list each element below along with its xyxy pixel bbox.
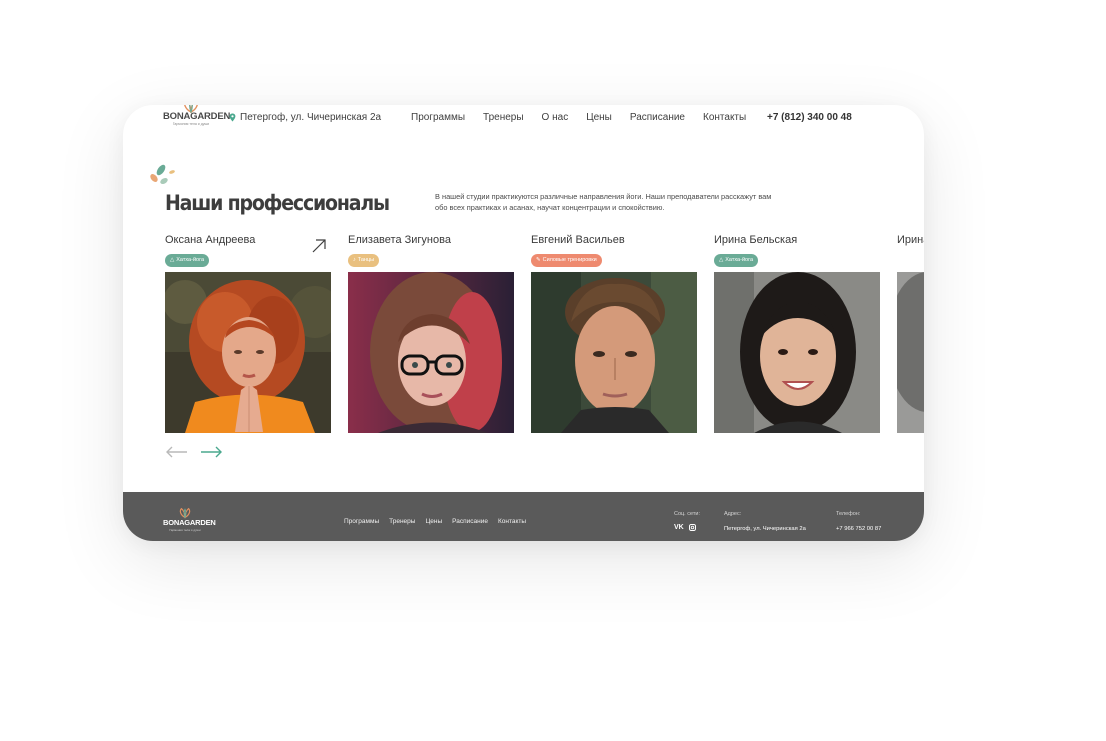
header-address: Петергоф, ул. Чичеринская 2а — [229, 112, 381, 123]
site-footer: BONAGARDEN Гармония тела и души Программ… — [123, 492, 924, 541]
trainer-name: Оксана Андреева — [165, 234, 256, 246]
trainer-card[interactable]: Ирина Бельская △ Хатха-йога — [714, 234, 880, 433]
trainer-badge-label: Хатха-йога — [725, 257, 754, 263]
footer-nav-schedule[interactable]: Расписание — [452, 518, 488, 525]
footer-address-value: Петергоф, ул. Чичеринская 2а — [724, 526, 806, 532]
trainer-badge-label: Хатха-йога — [176, 257, 205, 263]
nav-item-programs[interactable]: Программы — [411, 112, 465, 123]
nav-item-prices[interactable]: Цены — [586, 112, 612, 123]
header-phone[interactable]: +7 (812) 340 00 48 — [767, 112, 852, 123]
footer-logo-name: BONAGARDEN — [163, 518, 216, 527]
section-title: Наши профессионалы — [165, 191, 390, 215]
dumbbell-icon: ✎ — [536, 257, 541, 263]
footer-nav: Программы Тренеры Цены Расписание Контак… — [344, 518, 526, 525]
footer-nav-prices[interactable]: Цены — [425, 518, 442, 525]
trainer-name: Ирина — [897, 234, 924, 246]
trainer-badge: △ Хатха-йога — [165, 253, 210, 267]
trainer-badge-label: Силовые тренировки — [542, 257, 597, 263]
trainer-photo — [897, 272, 924, 433]
yoga-icon: △ — [170, 257, 175, 263]
vk-icon[interactable]: VK — [674, 524, 684, 531]
trainer-photo — [348, 272, 514, 433]
footer-phone: Телефон: +7 966 752 00 87 — [836, 511, 881, 532]
footer-address: Адрес: Петергоф, ул. Чичеринская 2а — [724, 511, 806, 532]
trainer-name: Елизавета Зигунова — [348, 234, 451, 246]
nav-item-trainers[interactable]: Тренеры — [483, 112, 524, 123]
instagram-icon[interactable] — [688, 524, 696, 531]
footer-address-label: Адрес: — [724, 511, 742, 517]
leaves-decoration-icon — [150, 164, 175, 185]
footer-nav-contacts[interactable]: Контакты — [498, 518, 526, 525]
trainer-photo — [165, 272, 331, 433]
trainer-badge: ♪ Танцы — [348, 253, 380, 267]
nav-item-schedule[interactable]: Расписание — [630, 112, 685, 123]
logo-tagline: Гармония тела и души — [172, 122, 210, 126]
footer-social-label: Соц. сети: — [674, 511, 700, 517]
header-address-text: Петергоф, ул. Чичеринская 2а — [240, 112, 382, 123]
slider-controls — [166, 446, 222, 458]
trainer-card[interactable]: Оксана Андреева △ Хатха-йога — [165, 234, 331, 433]
logo-name: BONAGARDEN — [163, 111, 231, 122]
dance-icon: ♪ — [353, 257, 356, 263]
footer-phone-value[interactable]: +7 966 752 00 87 — [836, 526, 881, 532]
trainer-photo — [714, 272, 880, 433]
footer-logo-tagline: Гармония тела и души — [169, 528, 201, 532]
trainer-name: Евгений Васильев — [531, 234, 625, 246]
trainer-photo — [531, 272, 697, 433]
page-card: BONAGARDEN Гармония тела и души Петергоф… — [123, 105, 924, 541]
logo[interactable]: BONAGARDEN Гармония тела и души — [163, 105, 231, 127]
footer-social: Соц. сети: VK — [674, 511, 700, 531]
trainer-badge: ✎ Силовые тренировки — [531, 253, 602, 267]
trainer-badge: △ Хатха-йога — [714, 253, 759, 267]
footer-logo[interactable]: BONAGARDEN Гармония тела и души — [163, 507, 216, 533]
footer-phone-label: Телефон: — [836, 511, 861, 517]
arrow-left-icon[interactable] — [166, 446, 188, 458]
site-header: BONAGARDEN Гармония тела и души Петергоф… — [123, 105, 924, 135]
yoga-icon: △ — [719, 257, 724, 263]
footer-nav-trainers[interactable]: Тренеры — [389, 518, 415, 525]
location-pin-icon — [229, 113, 236, 122]
main-nav: Программы Тренеры О нас Цены Расписание … — [411, 112, 746, 123]
nav-item-contacts[interactable]: Контакты — [703, 112, 746, 123]
arrow-up-right-icon[interactable] — [312, 239, 326, 253]
trainer-card[interactable]: Евгений Васильев ✎ Силовые тренировки — [531, 234, 697, 433]
trainer-card[interactable]: Елизавета Зигунова ♪ Танцы — [348, 234, 514, 433]
section-description: В нашей студии практикуются различные на… — [435, 192, 772, 212]
nav-item-about[interactable]: О нас — [542, 112, 569, 123]
trainer-name: Ирина Бельская — [714, 234, 798, 246]
arrow-right-icon[interactable] — [200, 446, 222, 458]
trainer-card[interactable]: Ирина — [897, 234, 924, 433]
trainer-badge-label: Танцы — [357, 257, 375, 263]
footer-nav-programs[interactable]: Программы — [344, 518, 379, 525]
